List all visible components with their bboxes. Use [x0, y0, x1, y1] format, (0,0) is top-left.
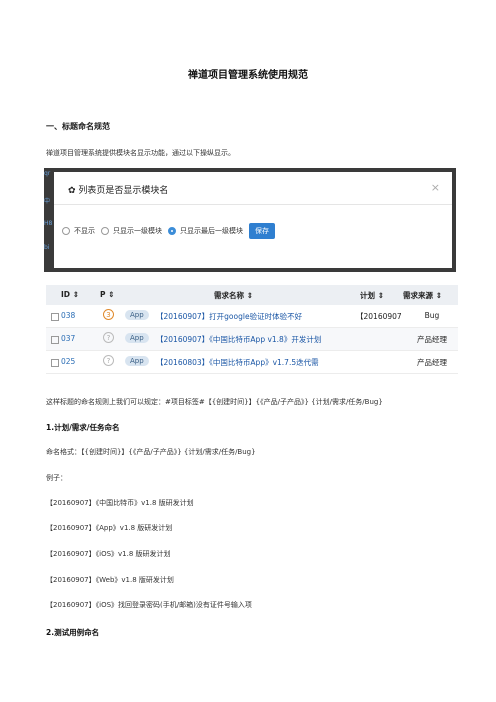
story-id[interactable]: 038: [61, 311, 75, 320]
story-source: 产品经理: [417, 335, 447, 344]
option-label: 只显示一级模块: [113, 227, 162, 235]
example-label: 例子：: [46, 474, 67, 482]
column-source[interactable]: 需求来源 ⇕: [403, 290, 442, 301]
module-tag: App: [125, 356, 149, 366]
module-tag: App: [125, 310, 149, 320]
column-name[interactable]: 需求名称 ⇕: [214, 290, 253, 301]
option-label: 不显示: [74, 227, 95, 235]
option-last-level[interactable]: 只显示最后一级模块: [168, 226, 243, 236]
column-id[interactable]: ID ⇕: [61, 290, 79, 299]
intro-paragraph: 禅道项目管理系统提供模块名显示功能，通过以下操纵显示。: [46, 149, 235, 157]
story-plan: 【20160907: [356, 312, 402, 321]
story-source: Bug: [424, 311, 440, 320]
subheading-plan-naming: 1.计划/需求/任务命名: [46, 423, 120, 432]
story-name-link[interactable]: 【20160803】《中国比特币App》v1.7.5迭代需: [156, 357, 378, 368]
radio-button-selected[interactable]: [168, 227, 176, 235]
story-name-link[interactable]: 【20160907】打开google验证时体验不好: [156, 311, 378, 322]
example-line: 【20160907】《iOS》找回登录密码(手机/邮箱)没有证件号输入项: [46, 601, 252, 609]
priority-badge: ?: [103, 355, 114, 366]
format-paragraph: 命名格式：【{创建时间}】{《产品/子产品》} {计划/需求/任务/Bug}: [46, 448, 256, 456]
table-row[interactable]: 037 ? App 【20160907】《中国比特币App v1.8》开发计划 …: [46, 328, 458, 351]
dialog-screenshot: qr 中 H8 bi ✿ 列表页是否显示模块名 × 不显示 只显示一级模块 只显…: [44, 168, 456, 272]
story-table-screenshot: ID ⇕ P ⇕ 需求名称 ⇕ 计划 ⇕ 需求来源 ⇕ 038 3 App 【2…: [46, 285, 458, 377]
save-button[interactable]: 保存: [249, 223, 275, 239]
table-row[interactable]: 038 3 App 【20160907】打开google验证时体验不好 【201…: [46, 305, 458, 328]
priority-badge: 3: [103, 309, 114, 320]
dialog-title-text: 列表页是否显示模块名: [78, 186, 169, 196]
example-line: 【20160907】《Web》v1.8 版研发计划: [46, 576, 174, 584]
module-name-dialog: ✿ 列表页是否显示模块名 × 不显示 只显示一级模块 只显示最后一级模块 保存: [54, 172, 452, 268]
row-checkbox[interactable]: [51, 336, 59, 344]
row-checkbox[interactable]: [51, 313, 59, 321]
gear-icon: ✿: [68, 186, 76, 196]
priority-badge: ?: [103, 332, 114, 343]
table-header: ID ⇕ P ⇕ 需求名称 ⇕ 计划 ⇕ 需求来源 ⇕: [46, 285, 458, 305]
edge-letter: 中: [44, 198, 51, 205]
example-line: 【20160907】《iOS》v1.8 版研发计划: [46, 550, 171, 558]
example-line: 【20160907】《App》v1.8 版研发计划: [46, 524, 173, 532]
story-id[interactable]: 025: [61, 357, 75, 366]
row-checkbox[interactable]: [51, 359, 59, 367]
dialog-title: ✿ 列表页是否显示模块名: [68, 183, 168, 196]
option-label: 只显示最后一级模块: [180, 227, 243, 235]
story-source: 产品经理: [417, 358, 447, 367]
module-tag: App: [125, 333, 149, 343]
section-heading: 一、标题命名规范: [46, 122, 110, 131]
column-priority[interactable]: P ⇕: [100, 290, 114, 299]
option-hide[interactable]: 不显示: [62, 226, 95, 236]
radio-button[interactable]: [62, 227, 70, 235]
example-line: 【20160907】《中国比特币》v1.8 版研发计划: [46, 499, 194, 507]
naming-rule-paragraph: 这样标题的命名规则上我们可以规定：#项目标签#【{创建时间}】{《产品/子产品》…: [46, 398, 383, 406]
subheading-testcase-naming: 2.测试用例命名: [46, 628, 100, 637]
edge-letter: H8: [44, 220, 53, 227]
document-title: 禅道项目管理系统使用规范: [188, 70, 308, 81]
dialog-header: ✿ 列表页是否显示模块名 ×: [54, 172, 452, 205]
table-row[interactable]: 025 ? App 【20160803】《中国比特币App》v1.7.5迭代需 …: [46, 351, 458, 374]
display-options: 不显示 只显示一级模块 只显示最后一级模块 保存: [62, 223, 275, 239]
story-id[interactable]: 037: [61, 334, 75, 343]
edge-letter: bi: [44, 244, 50, 251]
edge-letter: qr: [44, 170, 51, 177]
story-name-link[interactable]: 【20160907】《中国比特币App v1.8》开发计划: [156, 334, 378, 345]
option-first-level[interactable]: 只显示一级模块: [101, 226, 162, 236]
close-icon[interactable]: ×: [431, 181, 440, 194]
column-plan[interactable]: 计划 ⇕: [360, 290, 384, 301]
radio-button[interactable]: [101, 227, 109, 235]
